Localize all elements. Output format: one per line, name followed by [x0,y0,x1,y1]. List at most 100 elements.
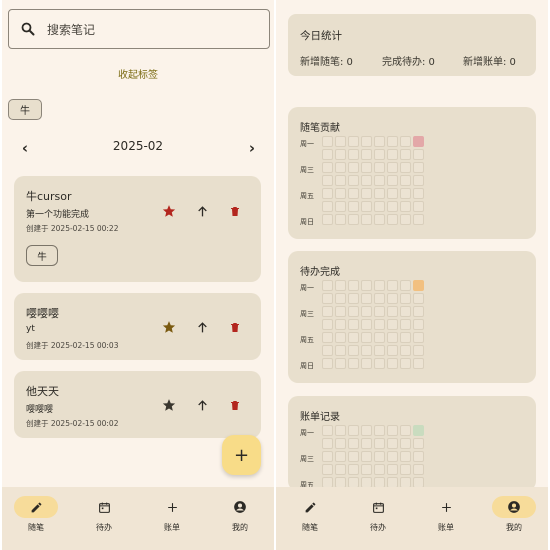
nav-todos[interactable]: 待办 [344,487,412,550]
heatmap-cell [374,188,385,199]
heatmap-cell [387,175,398,186]
heatmap-cell [374,149,385,160]
collapse-tags-button[interactable]: 收起标签 [2,66,274,81]
pencil-icon [288,496,332,518]
heatmap-cell [335,332,346,343]
heatmap-cell [335,136,346,147]
heatmap-cell [400,451,411,462]
heatmap-cell [413,438,424,449]
nav-notes[interactable]: 随笔 [276,487,344,550]
nav-bills[interactable]: 账单 [412,487,480,550]
heatmap-cell [413,175,424,186]
heatmap-cell [361,149,372,160]
delete-icon[interactable] [226,318,244,336]
heatmap-cell [413,149,424,160]
delete-icon[interactable] [226,396,244,414]
heatmap-cell [374,306,385,317]
search-input[interactable]: 搜索笔记 [8,9,270,49]
heatmap-cell [374,293,385,304]
heatmap-cell [387,464,398,475]
star-icon[interactable] [160,318,178,336]
nav-notes[interactable]: 随笔 [2,487,70,550]
heatmap-cell [387,136,398,147]
heatmap-cell [374,214,385,225]
heatmap-cell [413,345,424,356]
heatmap-cell [400,345,411,356]
heatmap-cell [413,306,424,317]
pin-up-icon[interactable] [193,396,211,414]
heatmap-cell [322,438,333,449]
heatmap-cell [374,345,385,356]
heatmap-cell [374,425,385,436]
delete-icon[interactable] [226,202,244,220]
nav-profile[interactable]: 我的 [206,487,274,550]
note-card[interactable]: 他天天 嘤嘤嘤 创建于 2025-02-15 00:02 [14,371,261,438]
heatmap-cell [374,332,385,343]
heatmap-cell [348,293,359,304]
heatmap-cell [413,136,424,147]
heatmap-cell [348,319,359,330]
plus-icon [424,496,468,518]
heatmap-cell [374,319,385,330]
heatmap-cell [374,464,385,475]
star-icon[interactable] [160,396,178,414]
weekday-label: 周五 [300,336,314,344]
heatmap-cell [413,464,424,475]
heatmap-cell [361,201,372,212]
star-icon[interactable] [160,202,178,220]
heatmap-cell [348,451,359,462]
weekday-label: 周一 [300,429,314,437]
search-placeholder: 搜索笔记 [47,22,96,37]
heatmap-cell [387,201,398,212]
note-body: 第一个功能完成 [26,210,90,220]
calendar-icon [356,496,400,518]
nav-label: 随笔 [302,523,318,532]
pin-up-icon[interactable] [193,202,211,220]
heatmap-cell [335,201,346,212]
heatmap-cell [361,345,372,356]
nav-label: 随笔 [28,523,44,532]
heatmap-cell [361,425,372,436]
note-created: 创建于 2025-02-15 00:22 [26,224,119,233]
heatmap-cell [400,136,411,147]
heatmap-cell [335,464,346,475]
heatmap-cell [361,451,372,462]
bills-record-card: 账单记录 周一 周三 周五 [288,396,536,491]
heatmap-cell [335,214,346,225]
heatmap-cell [413,451,424,462]
heatmap-cell [335,293,346,304]
heatmap-cell [387,280,398,291]
tag-filter-chip[interactable]: 牛 [8,99,42,120]
note-card[interactable]: 牛cursor 第一个功能完成 创建于 2025-02-15 00:22 牛 [14,176,261,282]
heatmap-cell [400,293,411,304]
heatmap-cell [400,425,411,436]
note-card[interactable]: 嘤嘤嘤 yt 创建于 2025-02-15 00:03 [14,293,261,360]
nav-profile[interactable]: 我的 [480,487,548,550]
heatmap-cell [322,214,333,225]
calendar-icon [82,496,126,518]
note-tag[interactable]: 牛 [26,245,58,266]
add-note-button[interactable]: + [222,435,261,475]
heatmap-cell [400,280,411,291]
heatmap-cell [387,319,398,330]
nav-label: 我的 [232,523,248,532]
nav-bills[interactable]: 账单 [138,487,206,550]
next-month-button[interactable]: › [242,138,262,158]
heatmap-cell [400,201,411,212]
heatmap-cell [348,175,359,186]
heatmap-cell [335,175,346,186]
pin-up-icon[interactable] [193,318,211,336]
note-title: 牛cursor [26,190,72,203]
heatmap-cell [374,175,385,186]
heatmap-cell [322,306,333,317]
heatmap-cell [387,451,398,462]
stat-done-todos: 完成待办: 0 [382,57,435,68]
heatmap-cell [413,214,424,225]
nav-label: 账单 [164,523,180,532]
heatmap-cell [413,162,424,173]
nav-label: 待办 [370,523,386,532]
heatmap-cell [322,293,333,304]
nav-todos[interactable]: 待办 [70,487,138,550]
heatmap-cell [387,358,398,369]
heatmap-cell [400,162,411,173]
